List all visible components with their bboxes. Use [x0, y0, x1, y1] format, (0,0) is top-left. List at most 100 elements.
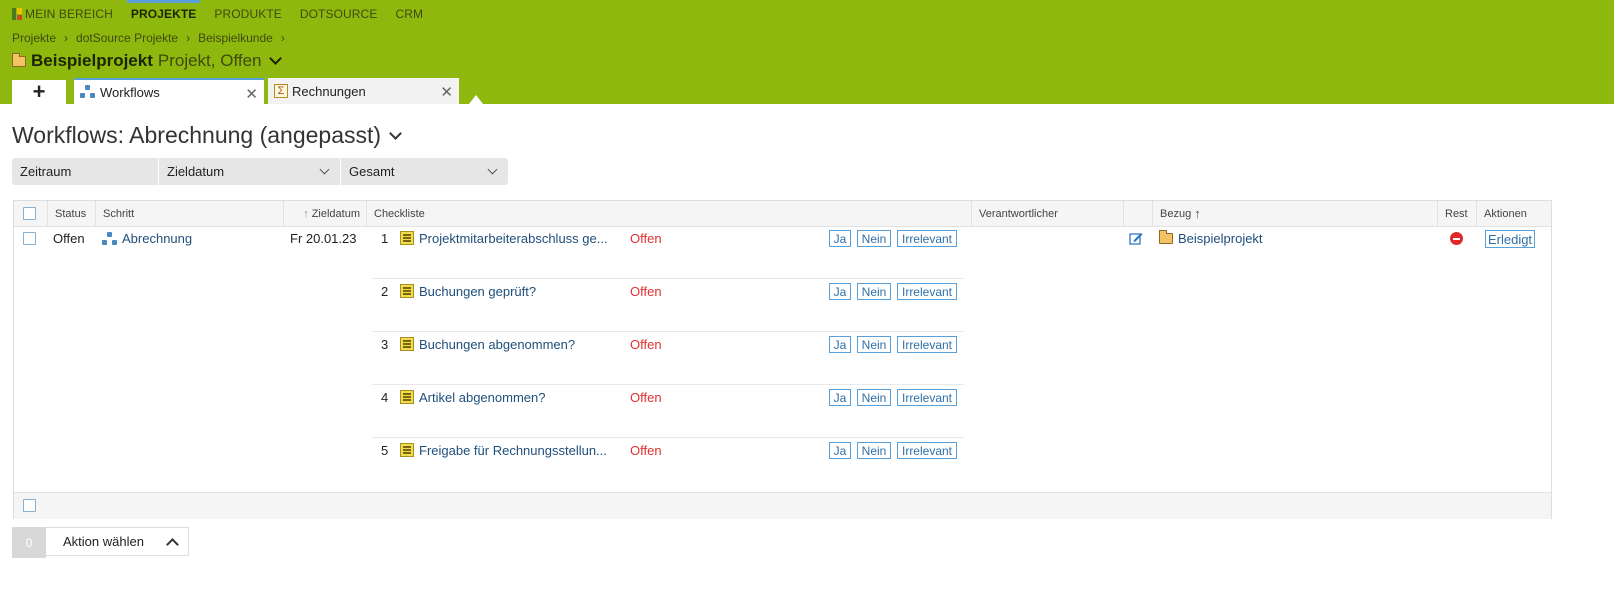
row-checkbox[interactable] [23, 232, 36, 245]
footer-select-checkbox[interactable] [23, 499, 36, 512]
checklist-item: 2 Buchungen geprüft? Offen Ja Nein Irrel… [372, 279, 964, 332]
workflow-icon [80, 85, 96, 99]
checklist-text[interactable]: Projektmitarbeiterabschluss ge... [419, 231, 623, 246]
filter-gesamt[interactable]: Gesamt [340, 158, 508, 185]
home-icon [12, 8, 22, 20]
header-checkliste[interactable]: Checkliste [366, 201, 971, 226]
header-label: Rest [1445, 207, 1468, 220]
checklist-number: 3 [381, 337, 389, 352]
close-icon[interactable]: ✕ [245, 85, 258, 103]
page-title-text: Workflows: Abrechnung (angepasst) [12, 122, 382, 148]
checklist-status: Offen [630, 337, 662, 352]
header-verantwortlicher[interactable]: Verantwortlicher [971, 201, 1123, 226]
ja-button[interactable]: Ja [829, 283, 851, 300]
header-zieldatum[interactable]: ↑ Zieldatum [283, 201, 366, 226]
action-select[interactable]: Aktion wählen [46, 527, 189, 556]
ja-button[interactable]: Ja [829, 230, 851, 247]
checklist-item: 5 Freigabe für Rechnungsstellun... Offen… [372, 438, 964, 491]
header-label: Status [55, 207, 87, 220]
breadcrumb-item[interactable]: Projekte [12, 31, 56, 45]
nav-label: CRM [395, 7, 424, 21]
chevron-down-icon[interactable] [389, 126, 402, 140]
erledigt-button[interactable]: Erledigt [1485, 230, 1535, 248]
checklist-status: Offen [630, 443, 662, 458]
edit-icon[interactable] [1129, 231, 1143, 245]
nav-label: DOTSOURCE [299, 7, 378, 21]
nein-button[interactable]: Nein [857, 283, 891, 300]
checklist-item: 3 Buchungen abgenommen? Offen Ja Nein Ir… [372, 332, 964, 385]
breadcrumb-item[interactable]: Beispielkunde [198, 31, 273, 45]
workflow-icon [102, 231, 118, 246]
add-tab-button[interactable]: + [12, 79, 66, 104]
close-icon[interactable]: ✕ [440, 83, 453, 101]
breadcrumb-item[interactable]: dotSource Projekte [76, 31, 178, 45]
header-label: Aktionen [1484, 207, 1527, 220]
header-status[interactable]: Status [47, 201, 95, 226]
header-label: Verantwortlicher [979, 207, 1058, 220]
header-label: Checkliste [374, 207, 425, 220]
table-footer [14, 492, 1551, 519]
action-select-label: Aktion wählen [63, 534, 144, 549]
chevron-down-icon[interactable] [268, 52, 282, 65]
nein-button[interactable]: Nein [857, 389, 891, 406]
checklist-text[interactable]: Buchungen abgenommen? [419, 337, 623, 352]
filter-label: Zeitraum [20, 164, 72, 179]
tab-rechnungen[interactable]: Σ Rechnungen ✕ [268, 78, 459, 104]
nav-produkte[interactable]: PRODUKTE [214, 0, 281, 28]
header-rest[interactable]: Rest [1437, 201, 1476, 226]
nein-button[interactable]: Nein [857, 336, 891, 353]
checklist-status: Offen [630, 284, 662, 299]
action-bar: 0 Aktion wählen [12, 527, 189, 558]
checklist-text[interactable]: Artikel abgenommen? [419, 390, 623, 405]
nav-dotsource[interactable]: DOTSOURCE [300, 0, 378, 28]
breadcrumb-separator: › [280, 31, 285, 45]
ja-button[interactable]: Ja [829, 336, 851, 353]
select-all-checkbox[interactable] [23, 207, 36, 220]
nav-mein-bereich[interactable]: MEIN BEREICH [12, 0, 113, 28]
checklist-text[interactable]: Buchungen geprüft? [419, 284, 623, 299]
checklist-text[interactable]: Freigabe für Rechnungsstellun... [419, 443, 623, 458]
tab-workflows[interactable]: Workflows ✕ [74, 78, 264, 104]
nav-crm[interactable]: CRM [395, 0, 423, 28]
bezug-link[interactable]: Beispielprojekt [1159, 230, 1263, 246]
checklist-item: 1 Projektmitarbeiterabschluss ge... Offe… [372, 226, 964, 279]
tab-label: Rechnungen [292, 83, 366, 99]
folder-icon [12, 52, 26, 67]
checklist-status: Offen [630, 390, 662, 405]
header-edit [1123, 201, 1152, 226]
checklist-item: 4 Artikel abgenommen? Offen Ja Nein Irre… [372, 385, 964, 438]
nav-label: PROJEKTE [130, 7, 197, 21]
filter-zeitraum[interactable]: Zeitraum [12, 158, 158, 185]
header-schritt[interactable]: Schritt [95, 201, 283, 226]
checklist-icon [400, 443, 414, 457]
checklist-icon [400, 284, 414, 298]
filter-zieldatum[interactable]: Zieldatum [158, 158, 340, 185]
filter-label: Zieldatum [167, 164, 225, 179]
page-title[interactable]: Workflows: Abrechnung (angepasst) [12, 122, 402, 149]
nein-button[interactable]: Nein [857, 442, 891, 459]
schritt-link[interactable]: Abrechnung [102, 231, 192, 246]
irrelevant-button[interactable]: Irrelevant [897, 389, 957, 406]
ja-button[interactable]: Ja [829, 442, 851, 459]
irrelevant-button[interactable]: Irrelevant [897, 442, 957, 459]
checklist-icon [400, 337, 414, 351]
sum-icon: Σ [274, 84, 288, 98]
nav-projekte[interactable]: PROJEKTE [126, 0, 201, 28]
bezug-label: Beispielprojekt [1178, 231, 1263, 246]
irrelevant-button[interactable]: Irrelevant [897, 230, 957, 247]
checklist-number: 2 [381, 284, 389, 299]
project-title[interactable]: Beispielprojekt Projekt, Offen [12, 51, 282, 71]
header-bezug[interactable]: Bezug ↑ [1152, 201, 1437, 226]
nav-label: PRODUKTE [214, 7, 282, 21]
ja-button[interactable]: Ja [829, 389, 851, 406]
folder-icon [1159, 230, 1173, 244]
chevron-down-icon [319, 164, 330, 175]
stop-icon [1450, 232, 1463, 245]
irrelevant-button[interactable]: Irrelevant [897, 336, 957, 353]
chevron-up-icon [166, 538, 179, 551]
sort-up-icon: ↑ [303, 207, 309, 220]
tab-label: Workflows [100, 84, 160, 100]
checklist-number: 5 [381, 443, 389, 458]
irrelevant-button[interactable]: Irrelevant [897, 283, 957, 300]
nein-button[interactable]: Nein [857, 230, 891, 247]
